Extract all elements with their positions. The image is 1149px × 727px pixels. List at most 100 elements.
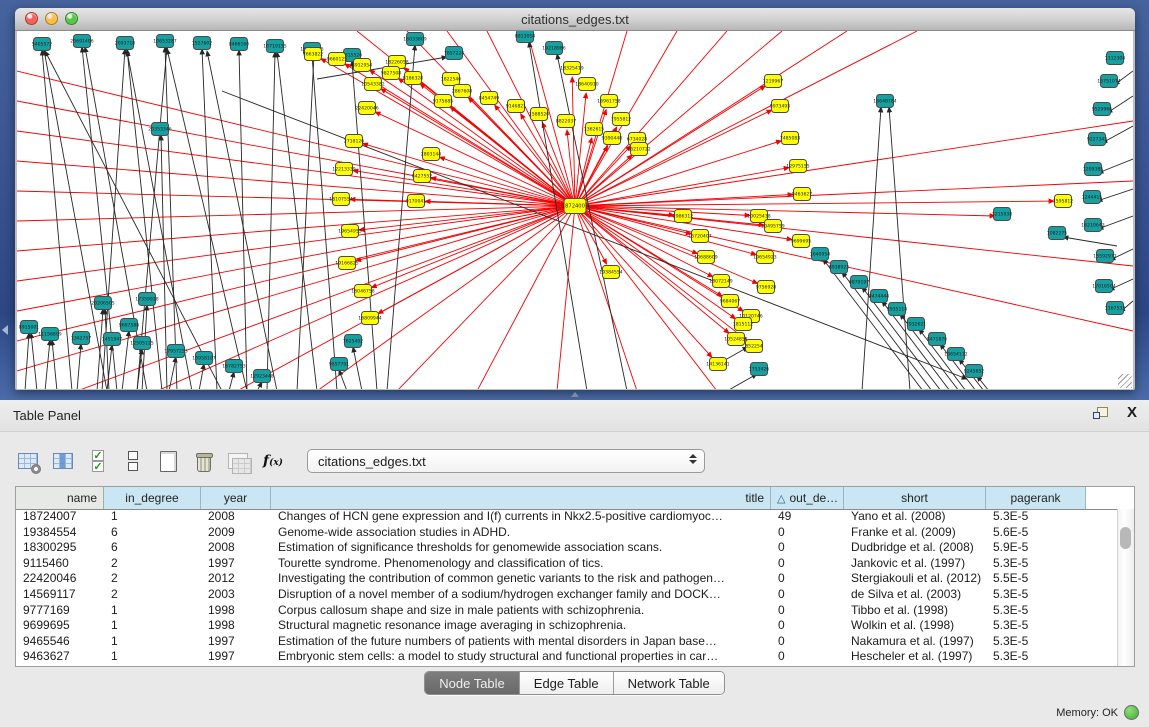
toolbar-new-table-button[interactable] — [155, 449, 181, 473]
network-node[interactable]: 852254 — [745, 340, 763, 353]
network-node[interactable]: 8938923 — [829, 261, 850, 274]
column-header-in_degree[interactable]: in_degree — [104, 487, 201, 509]
network-node[interactable]: 16809944 — [358, 312, 381, 325]
column-header-title[interactable]: title — [271, 487, 771, 509]
network-node[interactable]: 8915001 — [19, 321, 40, 334]
network-node[interactable]: 16961758 — [597, 95, 620, 108]
network-node[interactable]: 1822546 — [441, 73, 462, 86]
network-node[interactable]: 16033809 — [403, 33, 426, 46]
column-header-out_degree[interactable]: △out_de… — [771, 487, 844, 509]
network-node[interactable]: 1362615 — [584, 123, 605, 136]
network-node[interactable]: 7857224 — [444, 47, 465, 60]
network-node[interactable]: 10654112 — [944, 348, 967, 361]
network-node[interactable]: 15592971 — [1093, 250, 1116, 263]
network-node[interactable]: 1640954 — [810, 248, 831, 261]
network-node[interactable]: 2986312 — [673, 210, 694, 223]
network-node[interactable]: 9245652 — [964, 365, 985, 378]
network-node[interactable]: 1219967 — [763, 75, 784, 88]
network-node[interactable]: 9227343 — [1087, 133, 1108, 146]
column-header-name[interactable]: name — [16, 487, 104, 509]
network-node[interactable]: 9973493 — [770, 100, 791, 113]
network-node[interactable]: 12213339 — [332, 163, 355, 176]
network-node[interactable]: 18107554 — [329, 193, 352, 206]
network-node[interactable]: 9697588 — [119, 319, 140, 332]
network-view-window[interactable]: citations_edges.txt 54055722069140620937… — [15, 8, 1135, 390]
network-node[interactable]: 7932621 — [906, 318, 927, 331]
network-node[interactable]: 9756928 — [756, 281, 777, 294]
network-node[interactable]: 8471876 — [927, 333, 948, 346]
network-node[interactable]: 8427552 — [412, 170, 433, 183]
network-node[interactable]: 19654923 — [753, 251, 776, 264]
zoom-button[interactable] — [65, 12, 78, 25]
column-header-short[interactable]: short — [844, 487, 986, 509]
network-node[interactable]: 18724007 — [562, 199, 588, 214]
column-header-year[interactable]: year — [201, 487, 271, 509]
network-node[interactable]: 9827508 — [381, 67, 402, 80]
memory-indicator[interactable]: Memory: OK — [1056, 705, 1139, 720]
network-node[interactable]: 20353346 — [148, 123, 171, 136]
network-node[interactable]: 20495759 — [761, 220, 784, 233]
network-node[interactable]: 7955812 — [611, 113, 632, 126]
network-node[interactable]: 12975155 — [786, 160, 809, 173]
network-node[interactable]: 9146821 — [506, 100, 527, 113]
tab-network-table[interactable]: Network Table — [614, 672, 724, 694]
network-node[interactable]: 15751074 — [1097, 75, 1120, 88]
network-node[interactable]: 10653287 — [153, 35, 176, 48]
network-node[interactable]: 18072149 — [709, 275, 732, 288]
network-node[interactable]: 16210643 — [1081, 219, 1104, 232]
network-node[interactable]: 12505125 — [130, 337, 153, 350]
table-selector-dropdown[interactable]: citations_edges.txt — [307, 449, 705, 473]
network-node[interactable]: 7625402 — [343, 335, 364, 348]
table-row[interactable]: 911546021997Tourette syndrome. Phenomeno… — [16, 556, 1118, 572]
network-node[interactable]: 9463627 — [792, 188, 813, 201]
network-node[interactable]: 9390448 — [602, 132, 623, 145]
network-node[interactable]: 8466160 — [229, 38, 250, 51]
close-panel-icon[interactable]: X — [1127, 405, 1137, 421]
network-node[interactable]: 19384554 — [599, 266, 622, 279]
network-node[interactable]: 2867608 — [452, 85, 473, 98]
network-node[interactable]: 3215938 — [992, 208, 1013, 221]
network-node[interactable]: 18640910 — [575, 78, 598, 91]
tab-edge-table[interactable]: Edge Table — [520, 672, 614, 694]
network-node[interactable]: 20691406 — [70, 35, 93, 48]
scrollbar-thumb[interactable] — [1120, 527, 1131, 549]
network-node[interactable]: 8822037 — [556, 115, 577, 128]
toolbar-delete-table-button[interactable] — [190, 449, 216, 473]
network-node[interactable]: 9529966 — [1092, 103, 1113, 116]
network-node[interactable]: 12923448 — [250, 370, 273, 383]
network-node[interactable]: 14136141 — [706, 358, 729, 371]
network-node[interactable]: 8186328 — [403, 72, 424, 85]
column-header-pagerank[interactable]: pagerank — [986, 487, 1086, 509]
network-node[interactable]: 9474444 — [869, 290, 890, 303]
network-node[interactable]: 1167533 — [1105, 302, 1126, 315]
network-node[interactable]: 16648784 — [873, 95, 896, 108]
network-node[interactable]: 17359928 — [135, 293, 158, 306]
network-node[interactable]: 16210722 — [627, 143, 650, 156]
network-node[interactable]: 22420046 — [355, 102, 378, 115]
toolbar-select-all-button[interactable]: ✓✓ — [85, 449, 111, 473]
network-node[interactable]: 1588520 — [529, 108, 550, 121]
network-node[interactable]: 1753426 — [749, 363, 770, 376]
network-node[interactable]: 1082275 — [1047, 227, 1068, 240]
network-node[interactable]: 20206505 — [91, 297, 114, 310]
network-node[interactable]: 11156809 — [38, 328, 61, 341]
network-node[interactable]: 10688609 — [694, 251, 717, 264]
toolbar-row-height-button[interactable] — [120, 449, 146, 473]
network-node[interactable]: 10719155 — [263, 40, 286, 53]
network-node[interactable]: 19166825 — [335, 257, 358, 270]
network-node[interactable]: 1209385 — [1083, 163, 1104, 176]
network-node[interactable]: 2093718 — [115, 37, 136, 50]
network-node[interactable]: 1451947 — [102, 333, 123, 346]
network-node[interactable]: 9170041 — [406, 195, 427, 208]
table-row[interactable]: 1938455462009Genome-wide association stu… — [16, 525, 1118, 541]
network-node[interactable]: 10524851 — [724, 333, 747, 346]
minimize-button[interactable] — [45, 12, 58, 25]
network-node[interactable]: 1244415 — [1082, 191, 1103, 204]
table-row[interactable]: 1830029562008Estimation of significance … — [16, 540, 1118, 556]
table-row[interactable]: 977716911998Corpus callosum shape and si… — [16, 603, 1118, 619]
network-node[interactable]: 9660125 — [327, 53, 348, 66]
table-row[interactable]: 969969511998Structural magnetic resonanc… — [16, 618, 1118, 634]
network-canvas[interactable]: 5405572206914062093718106532871527602846… — [17, 31, 1133, 389]
table-row[interactable]: 2242004622012Investigating the contribut… — [16, 571, 1118, 587]
table-vertical-scrollbar[interactable] — [1117, 509, 1134, 666]
